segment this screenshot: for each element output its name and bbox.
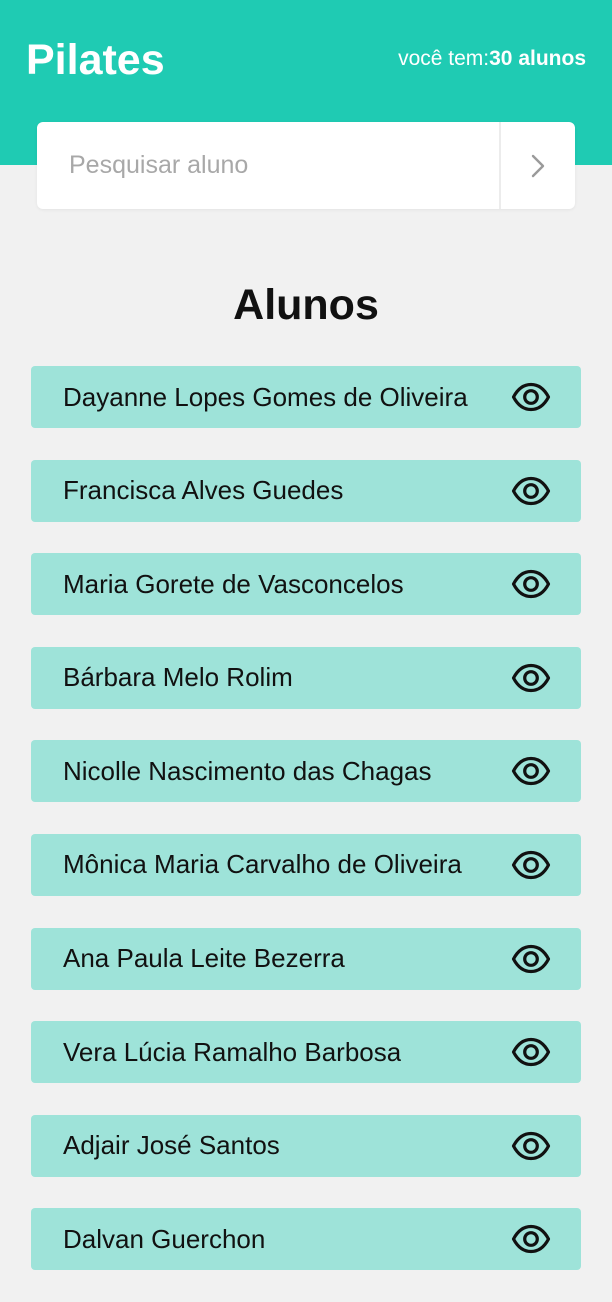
student-list: Dayanne Lopes Gomes de Oliveira Francisc… xyxy=(31,366,581,1302)
chevron-right-icon xyxy=(531,154,545,177)
eye-icon xyxy=(511,663,551,692)
student-name: Maria Gorete de Vasconcelos xyxy=(63,568,404,599)
search-input[interactable] xyxy=(37,122,499,209)
student-count-value: 30 alunos xyxy=(489,47,586,70)
eye-icon xyxy=(511,1038,551,1067)
search-bar xyxy=(37,122,575,209)
view-student-button[interactable] xyxy=(511,658,551,698)
student-name: Dayanne Lopes Gomes de Oliveira xyxy=(63,381,468,412)
student-list-item[interactable]: Dayanne Lopes Gomes de Oliveira xyxy=(31,366,581,428)
student-list-item[interactable]: Nicolle Nascimento das Chagas xyxy=(31,740,581,803)
view-student-button[interactable] xyxy=(511,1219,551,1259)
student-name: Adjair José Santos xyxy=(63,1130,280,1161)
eye-icon xyxy=(511,757,551,786)
eye-icon xyxy=(511,382,551,412)
student-count-prefix: você tem: xyxy=(398,47,490,70)
student-list-item[interactable]: Vera Lúcia Ramalho Barbosa xyxy=(31,1021,581,1084)
eye-icon xyxy=(511,944,551,973)
student-count: você tem:30 alunos xyxy=(398,45,586,73)
section-title: Alunos xyxy=(233,281,379,329)
student-list-item[interactable]: Maria Gorete de Vasconcelos xyxy=(31,553,581,616)
student-name: Mônica Maria Carvalho de Oliveira xyxy=(63,849,462,880)
student-list-item[interactable]: Mônica Maria Carvalho de Oliveira xyxy=(31,833,581,896)
app-title: Pilates xyxy=(26,36,165,84)
student-name: Vera Lúcia Ramalho Barbosa xyxy=(63,1036,402,1067)
eye-icon xyxy=(511,1225,551,1254)
view-student-button[interactable] xyxy=(511,1032,551,1072)
student-list-item[interactable]: Dalvan Guerchon xyxy=(31,1208,581,1271)
view-student-button[interactable] xyxy=(511,1126,551,1166)
student-name: Dalvan Guerchon xyxy=(63,1223,266,1254)
student-list-item[interactable]: Adjair José Santos xyxy=(31,1114,581,1177)
eye-icon xyxy=(511,1131,551,1160)
eye-icon xyxy=(511,850,551,880)
view-student-button[interactable] xyxy=(511,751,551,791)
student-list-item[interactable]: Ana Paula Leite Bezerra xyxy=(31,927,581,990)
view-student-button[interactable] xyxy=(511,845,551,885)
student-list-item[interactable]: Bárbara Melo Rolim xyxy=(31,646,581,709)
view-student-button[interactable] xyxy=(511,939,551,979)
eye-icon xyxy=(511,570,551,599)
eye-icon xyxy=(511,476,551,505)
student-name: Bárbara Melo Rolim xyxy=(63,662,293,693)
student-list-item[interactable]: Francisca Alves Guedes xyxy=(31,459,581,522)
student-name: Ana Paula Leite Bezerra xyxy=(63,943,345,974)
student-name: Nicolle Nascimento das Chagas xyxy=(63,755,432,786)
search-button[interactable] xyxy=(499,122,575,209)
view-student-button[interactable] xyxy=(511,377,551,417)
view-student-button[interactable] xyxy=(511,564,551,604)
student-name: Francisca Alves Guedes xyxy=(63,475,344,506)
view-student-button[interactable] xyxy=(511,471,551,511)
